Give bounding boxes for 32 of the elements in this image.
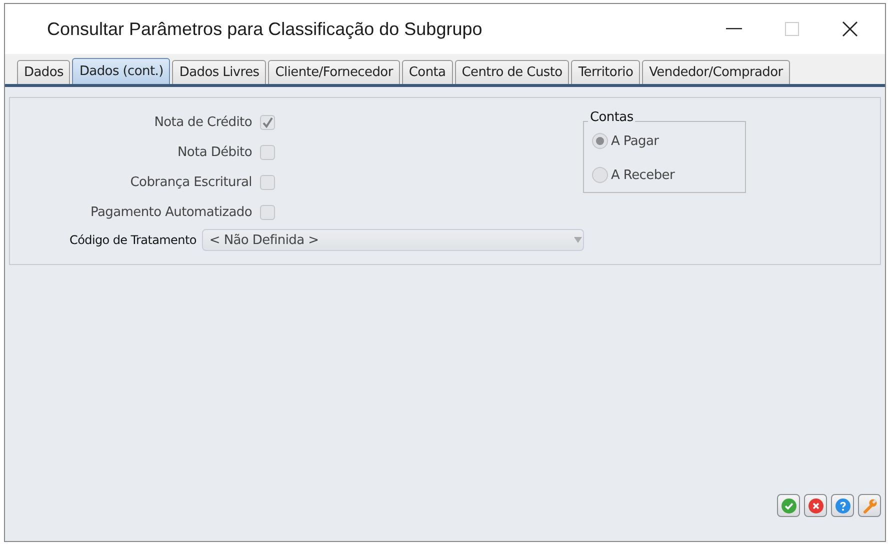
checkbox-label: Nota Débito [178,144,252,160]
checkbox[interactable] [260,114,275,130]
confirm-button[interactable] [777,494,800,517]
checkbox[interactable] [260,144,275,160]
tab[interactable]: Conta [402,60,453,84]
window-title: Consultar Parâmetros para Classificação do Subgrupo [47,18,484,40]
group-title: Contas [588,110,636,125]
tab[interactable]: Territorio [571,60,640,84]
radio-label: A Receber [611,168,675,182]
tab[interactable]: Dados [17,60,70,84]
help-button[interactable] [831,494,854,517]
dropdown-arrow-icon [573,236,583,244]
checkbox-label: Pagamento Automatizado [90,204,252,220]
checkbox-label: Cobrança Escritural [130,174,252,190]
tab[interactable]: Vendedor/Comprador [642,60,790,84]
maximize-icon[interactable] [785,22,799,36]
settings-button[interactable] [858,494,881,517]
dropdown[interactable]: < Não Definida > [202,229,584,251]
radio-label: A Pagar [611,134,659,148]
radio-button[interactable] [592,167,608,183]
checkbox[interactable] [260,174,275,190]
checkbox[interactable] [260,204,275,220]
tab[interactable]: Cliente/Fornecedor [268,60,400,84]
checkbox-label: Nota de Crédito [154,114,252,130]
cancel-button[interactable] [804,494,827,517]
field-label: Código de Tratamento [68,233,196,247]
minimize-icon[interactable] [726,28,742,30]
tab[interactable]: Centro de Custo [454,60,570,84]
tab[interactable]: Dados (cont.) [72,58,170,84]
radio-button[interactable] [592,133,608,149]
tab[interactable]: Dados Livres [172,60,266,84]
close-icon[interactable] [842,21,858,37]
